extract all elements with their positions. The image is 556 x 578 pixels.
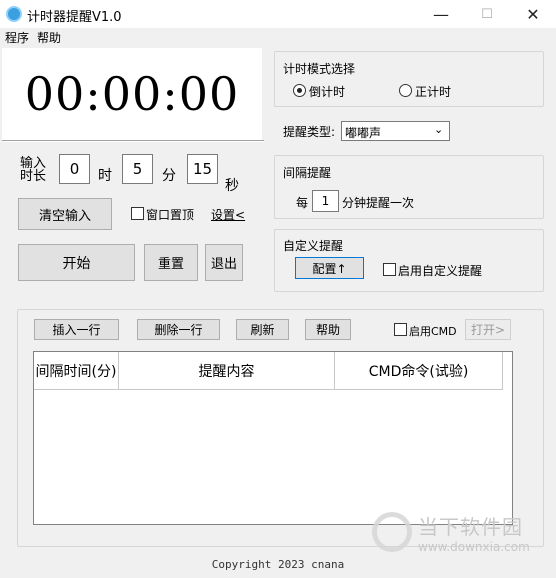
seconds-input[interactable]: 15 [187,154,218,184]
hours-unit: 时 [98,168,112,184]
settings-link[interactable]: 设置< [211,206,245,223]
minimize-button[interactable]: — [418,0,464,28]
column-header[interactable]: CMD命令(试验) [335,352,503,390]
copyright: Copyright 2023 cnana [211,558,345,571]
seconds-unit: 秒 [225,178,239,194]
topmost-checkbox[interactable] [131,207,144,220]
countdown-radio[interactable] [293,84,306,97]
timer-display: 00:00:00 [2,48,262,140]
watermark-name: 当下软件园 [418,515,523,539]
reminder-table[interactable]: 间隔时间(分) 提醒内容 CMD命令(试验) [33,351,513,525]
start-button[interactable]: 开始 [18,244,135,281]
reminder-type-value: 嘟嘟声 [345,126,382,140]
app-icon [6,6,22,22]
help-button[interactable]: 帮助 [305,319,351,340]
maximize-button[interactable]: ☐ [464,0,510,28]
config-button[interactable]: 配置↑ [295,257,364,279]
countup-radio[interactable] [399,84,412,97]
menu-help[interactable]: 帮助 [37,29,61,46]
interval-suffix: 分钟提醒一次 [342,196,415,210]
minutes-unit: 分 [162,168,176,184]
close-button[interactable]: ✕ [510,0,556,28]
open-button[interactable]: 打开> [465,319,511,340]
window-title: 计时器提醒V1.0 [27,10,122,25]
title-bar: 计时器提醒V1.0 — ☐ ✕ [0,0,556,28]
watermark-logo [372,512,412,552]
reset-button[interactable]: 重置 [144,244,198,281]
insert-row-button[interactable]: 插入一行 [34,319,119,340]
interval-title: 间隔提醒 [283,166,332,180]
interval-input[interactable]: 1 [312,190,339,212]
minutes-input[interactable]: 5 [122,154,153,184]
topmost-label: 窗口置顶 [146,208,195,222]
column-header[interactable]: 间隔时间(分) [34,352,119,390]
custom-title: 自定义提醒 [283,239,344,253]
delete-row-button[interactable]: 删除一行 [137,319,220,340]
menu-program[interactable]: 程序 [5,29,29,46]
cmd-enable-checkbox[interactable] [394,323,407,336]
hours-input[interactable]: 0 [59,154,90,184]
duration-label: 输入 时长 [20,157,46,183]
exit-button[interactable]: 退出 [205,244,243,281]
interval-prefix: 每 [296,196,309,210]
duration-label-line2: 时长 [20,169,47,184]
divider [2,140,264,142]
refresh-button[interactable]: 刷新 [236,319,289,340]
reminder-type-label: 提醒类型: [283,125,336,139]
custom-enable-checkbox[interactable] [383,263,396,276]
countdown-label: 倒计时 [309,85,346,99]
clear-input-button[interactable]: 清空输入 [18,198,112,230]
menu-bar: 程序 帮助 [0,28,556,46]
mode-title: 计时模式选择 [283,62,356,76]
cmd-enable-label: 启用CMD [409,325,457,338]
chevron-down-icon: ⌄ [434,123,444,136]
countup-label: 正计时 [415,85,452,99]
column-header[interactable]: 提醒内容 [119,352,335,390]
watermark-url: www.downxia.com [418,540,530,554]
reminder-type-select[interactable]: 嘟嘟声 ⌄ [341,121,450,141]
custom-enable-label: 启用自定义提醒 [398,264,483,278]
